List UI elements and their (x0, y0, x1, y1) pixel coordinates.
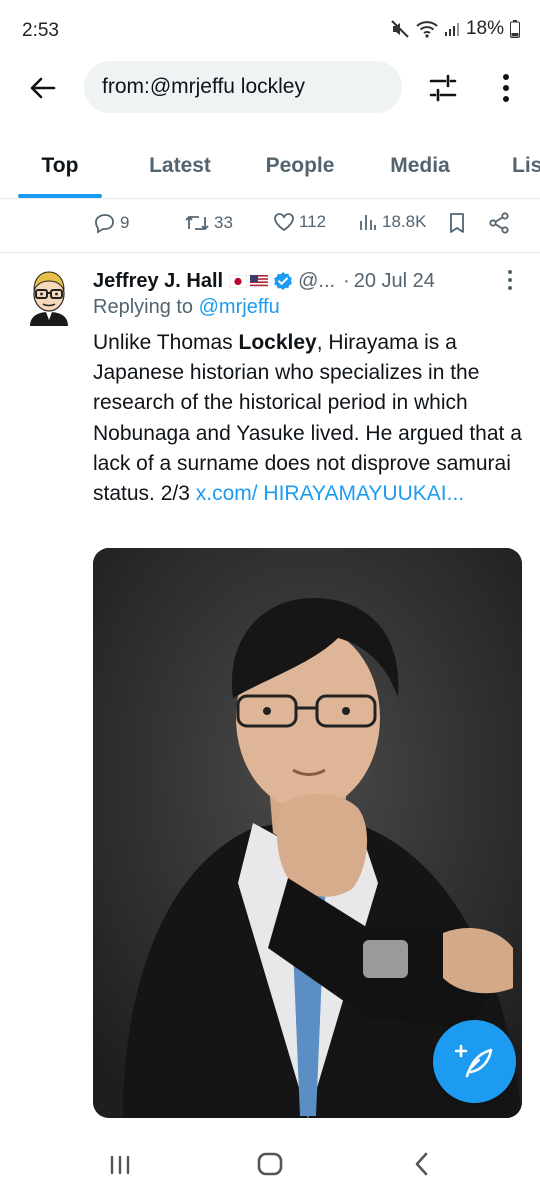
tweet-text-highlight: Lockley (238, 331, 317, 354)
tweet-more-button[interactable] (500, 268, 520, 292)
search-filter-button[interactable] (425, 72, 461, 104)
replying-prefix: Replying to (93, 296, 194, 318)
status-bar: 2:53 18% (0, 0, 540, 60)
back-nav-button[interactable] (402, 1148, 442, 1180)
reply-icon (95, 214, 114, 234)
search-header: from:@mrjeffu lockley (0, 60, 540, 116)
like-count: 112 (299, 212, 327, 231)
tab-top[interactable]: Top (24, 140, 96, 198)
wifi-icon (416, 21, 438, 38)
japan-flag-icon (229, 274, 248, 288)
back-button[interactable] (24, 70, 60, 106)
tweet-text: Unlike Thomas Lockley, Hirayama is a Jap… (93, 328, 523, 509)
signal-icon (444, 23, 459, 36)
more-options-button[interactable] (494, 70, 518, 106)
usa-flag-icon (250, 274, 269, 288)
tweet-text-part1: Unlike Thomas (93, 331, 239, 354)
separator-dot: · (343, 269, 350, 292)
tweet-date[interactable]: 20 Jul 24 (354, 270, 435, 293)
author-handle: @... (298, 269, 336, 292)
like-button[interactable]: 112 (273, 212, 326, 232)
tweet-link[interactable]: x.com/ HIRAYAMAYUUKAI... (196, 482, 464, 505)
view-count: 18.8K (382, 212, 427, 231)
bookmark-button[interactable] (448, 212, 466, 234)
retweet-button[interactable]: 33 (184, 212, 233, 234)
status-time: 2:53 (22, 20, 59, 41)
retweet-count: 33 (214, 213, 233, 232)
tweet-text-part2: , Hirayama is a Japanese historian who s… (93, 331, 522, 506)
replying-handle-link[interactable]: @mrjeffu (199, 296, 280, 318)
author-flags (229, 274, 269, 288)
replying-to: Replying to @mrjeffu (93, 296, 280, 319)
search-input[interactable]: from:@mrjeffu lockley (84, 61, 402, 113)
cartoon-avatar-icon (30, 271, 68, 326)
tab-lists[interactable]: Lis (512, 140, 540, 198)
home-button[interactable] (250, 1148, 290, 1180)
compose-button[interactable] (433, 1020, 516, 1103)
vertical-dots-icon (508, 270, 512, 290)
compose-feather-plus-icon (454, 1044, 492, 1077)
bar-chart-icon (360, 215, 376, 230)
active-tab-indicator (18, 194, 102, 198)
arrow-left-icon (30, 77, 56, 99)
author-name[interactable]: Jeffrey J. Hall (93, 270, 223, 293)
heart-icon (274, 213, 294, 232)
system-navigation-bar (0, 1130, 540, 1199)
battery-percent: 18% (465, 18, 504, 39)
views-button[interactable]: 18.8K (358, 212, 426, 232)
home-icon (257, 1152, 283, 1176)
share-icon (489, 212, 509, 234)
mute-icon (391, 20, 409, 38)
status-icons: 18% (390, 18, 520, 40)
tab-latest[interactable]: Latest (140, 140, 220, 198)
previous-tweet-actions: 9 33 112 18.8K (0, 200, 540, 253)
reply-count: 9 (120, 213, 130, 232)
vertical-dots-icon (503, 74, 509, 102)
recent-apps-icon (110, 1155, 130, 1175)
retweet-icon (185, 216, 209, 230)
avatar[interactable] (24, 268, 74, 326)
share-button[interactable] (488, 212, 510, 234)
search-tabs: Top Latest People Media Lis (0, 140, 540, 199)
reply-button[interactable]: 9 (94, 212, 129, 234)
tweet-header: Jeffrey J. Hall @... · 20 Jul 24 (93, 266, 523, 296)
tab-people[interactable]: People (258, 140, 342, 198)
recent-apps-button[interactable] (100, 1148, 140, 1180)
sliders-icon (429, 74, 457, 102)
verified-badge-icon (274, 272, 292, 290)
battery-icon (510, 20, 520, 38)
tab-media[interactable]: Media (380, 140, 460, 198)
bookmark-icon (450, 213, 464, 233)
chevron-left-icon (415, 1152, 428, 1176)
